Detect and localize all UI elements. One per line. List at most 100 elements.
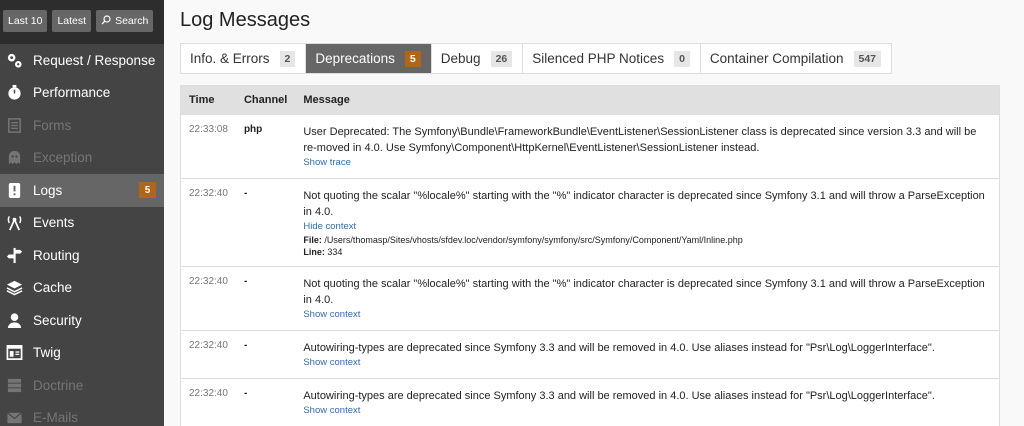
show-context-link[interactable]: Show context — [303, 404, 991, 418]
log-message-cell: Not quoting the scalar "%locale%" starti… — [295, 266, 1000, 331]
show-trace-link[interactable]: Show trace — [303, 156, 991, 170]
tab-deprecations[interactable]: Deprecations 5 — [306, 44, 432, 73]
sidebar-item-events[interactable]: Events — [0, 207, 164, 240]
log-time: 22:32:40 — [180, 330, 236, 379]
log-channel: php — [235, 114, 296, 179]
sidebar-menu: Request / Response Performance Forms Exc… — [0, 44, 164, 426]
signpost-icon — [5, 246, 23, 264]
layers-icon — [5, 279, 23, 297]
sidebar-item-request-response[interactable]: Request / Response — [0, 44, 164, 77]
tab-count-badge: 0 — [674, 50, 690, 67]
log-table: Time Channel Message 22:33:08 php User D… — [180, 85, 1000, 426]
tab-label: Container Compilation — [709, 51, 844, 66]
log-time: 22:32:40 — [180, 178, 236, 267]
log-message-cell: Autowiring-types are deprecated since Sy… — [295, 330, 1000, 379]
tab-label: Debug — [440, 51, 481, 66]
hide-context-link[interactable]: Hide context — [303, 220, 991, 234]
context-file-value: /Users/thomasp/Sites/vhosts/sfdev.loc/ve… — [324, 235, 743, 245]
log-message: Not quoting the scalar "%locale%" starti… — [303, 278, 985, 306]
sidebar-item-exception[interactable]: Exception — [0, 142, 164, 175]
sidebar-item-label: Performance — [33, 85, 111, 101]
tab-info-errors[interactable]: Info. & Errors 2 — [181, 44, 307, 73]
show-context-link[interactable]: Show context — [303, 308, 991, 322]
table-row: 22:32:40 - Not quoting the scalar "%loca… — [180, 266, 1000, 331]
search-icon — [101, 14, 111, 28]
sidebar-item-label: Routing — [33, 247, 80, 263]
log-time: 22:32:40 — [180, 266, 236, 331]
sidebar-item-forms[interactable]: Forms — [0, 109, 164, 142]
context-file: File: /Users/thomasp/Sites/vhosts/sfdev.… — [303, 234, 991, 246]
tab-debug[interactable]: Debug 26 — [432, 44, 524, 73]
alert-icon — [5, 181, 23, 199]
log-tabs: Info. & Errors 2 Deprecations 5 Debug 26… — [180, 43, 893, 74]
antenna-icon — [5, 214, 23, 232]
table-header-row: Time Channel Message — [180, 85, 1000, 115]
sidebar-item-security[interactable]: Security — [0, 304, 164, 337]
column-header-message: Message — [303, 94, 350, 106]
sidebar-item-label: Logs — [33, 182, 63, 198]
tab-count-badge: 26 — [490, 50, 513, 67]
log-message-cell: Not quoting the scalar "%locale%" starti… — [295, 178, 1000, 267]
latest-label: Latest — [57, 15, 87, 27]
tab-silenced-php-notices[interactable]: Silenced PHP Notices 0 — [523, 44, 701, 73]
sidebar-item-performance[interactable]: Performance — [0, 77, 164, 110]
log-message: Not quoting the scalar "%locale%" starti… — [303, 190, 985, 218]
table-row: 22:32:40 - Autowiring-types are deprecat… — [180, 330, 1000, 379]
sidebar-item-label: Exception — [33, 150, 93, 166]
tab-count-badge: 547 — [853, 50, 882, 67]
sidebar-toolbar: Last 10 Latest Search — [0, 0, 164, 44]
log-time: 22:33:08 — [180, 114, 236, 179]
sidebar-item-emails[interactable]: E-Mails — [0, 402, 164, 426]
latest-button[interactable]: Latest — [52, 10, 92, 32]
tab-count-badge: 5 — [404, 50, 421, 67]
stopwatch-icon — [5, 84, 23, 102]
template-icon — [5, 344, 23, 362]
sidebar-item-cache[interactable]: Cache — [0, 272, 164, 305]
search-label: Search — [115, 15, 149, 27]
sidebar-item-label: Forms — [33, 117, 72, 133]
last-10-button[interactable]: Last 10 — [3, 10, 48, 32]
column-header-channel: Channel — [243, 94, 288, 106]
sidebar-item-label: Security — [33, 312, 82, 328]
ghost-icon — [5, 149, 23, 167]
log-channel: - — [235, 178, 296, 267]
log-message-cell: User Deprecated: The Symfony\Bundle\Fram… — [295, 114, 1000, 179]
last-10-label: Last 10 — [8, 15, 43, 27]
sidebar-item-label: Events — [33, 215, 75, 231]
context-file-label: File: — [303, 235, 322, 245]
sidebar-item-label: Twig — [33, 345, 61, 361]
sidebar-item-label: Cache — [33, 280, 73, 296]
log-channel: - — [235, 378, 296, 426]
table-row: 22:32:40 - Autowiring-types are deprecat… — [180, 378, 1000, 426]
log-message: Autowiring-types are deprecated since Sy… — [303, 342, 935, 354]
sidebar-item-label: Request / Response — [33, 52, 156, 68]
logs-count-badge: 5 — [139, 182, 156, 198]
sidebar-item-logs[interactable]: Logs 5 — [0, 174, 164, 207]
tab-label: Info. & Errors — [190, 51, 270, 66]
context-line: Line: 334 — [303, 246, 991, 258]
sidebar-item-twig[interactable]: Twig — [0, 337, 164, 370]
log-message-cell: Autowiring-types are deprecated since Sy… — [295, 378, 1000, 426]
log-channel: - — [235, 330, 296, 379]
context-line-label: Line: — [303, 247, 325, 257]
sidebar-item-label: E-Mails — [33, 410, 79, 426]
log-message: User Deprecated: The Symfony\Bundle\Fram… — [303, 126, 977, 154]
sidebar-item-doctrine[interactable]: Doctrine — [0, 369, 164, 402]
show-context-link[interactable]: Show context — [303, 356, 991, 370]
sidebar-item-label: Doctrine — [33, 377, 84, 393]
column-header-time: Time — [189, 94, 215, 106]
log-message: Autowiring-types are deprecated since Sy… — [303, 390, 935, 402]
tab-container-compilation[interactable]: Container Compilation 547 — [701, 44, 891, 73]
log-time: 22:32:40 — [180, 378, 236, 426]
page-title: Log Messages — [180, 9, 311, 31]
search-button[interactable]: Search — [96, 10, 154, 32]
database-icon — [5, 376, 23, 394]
gears-icon — [5, 51, 23, 69]
user-icon — [5, 311, 23, 329]
tab-label: Silenced PHP Notices — [532, 51, 665, 66]
context-line-value: 334 — [327, 247, 343, 257]
sidebar-item-routing[interactable]: Routing — [0, 239, 164, 272]
tab-label: Deprecations — [315, 51, 395, 66]
table-row: 22:32:40 - Not quoting the scalar "%loca… — [180, 178, 1000, 267]
table-row: 22:33:08 php User Deprecated: The Symfon… — [180, 114, 1000, 179]
